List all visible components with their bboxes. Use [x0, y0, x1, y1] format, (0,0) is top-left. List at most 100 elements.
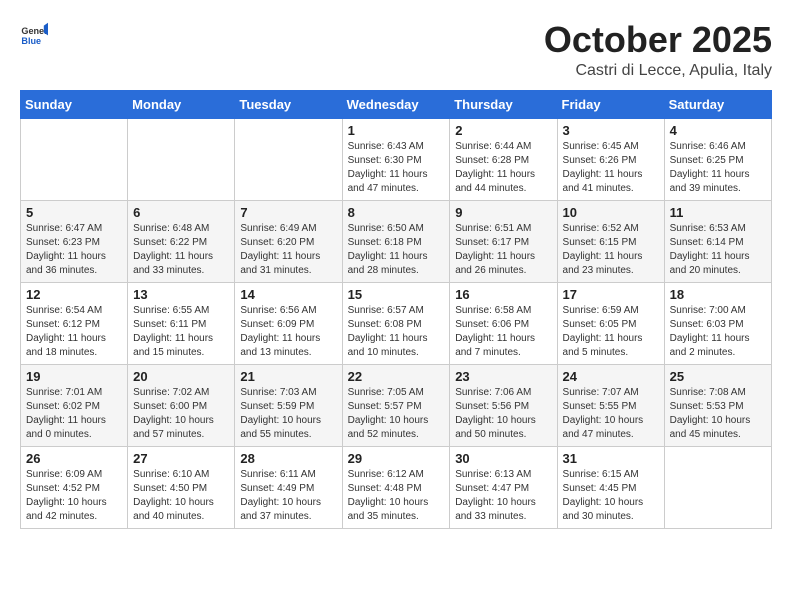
day-info: Sunrise: 6:58 AM Sunset: 6:06 PM Dayligh… [455, 304, 551, 360]
weekday-header-friday: Friday [557, 90, 664, 118]
day-info: Sunrise: 6:48 AM Sunset: 6:22 PM Dayligh… [133, 222, 229, 278]
day-number: 19 [26, 369, 122, 384]
day-cell: 15 Sunrise: 6:57 AM Sunset: 6:08 PM Dayli… [342, 282, 450, 364]
day-info: Sunrise: 6:52 AM Sunset: 6:15 PM Dayligh… [563, 222, 659, 278]
day-info: Sunrise: 6:59 AM Sunset: 6:05 PM Dayligh… [563, 304, 659, 360]
day-number: 27 [133, 451, 229, 466]
day-number: 26 [26, 451, 122, 466]
day-info: Sunrise: 6:12 AM Sunset: 4:48 PM Dayligh… [348, 468, 445, 524]
day-info: Sunrise: 6:50 AM Sunset: 6:18 PM Dayligh… [348, 222, 445, 278]
day-info: Sunrise: 7:00 AM Sunset: 6:03 PM Dayligh… [670, 304, 766, 360]
day-cell: 31Sunrise: 6:15 AM Sunset: 4:45 PM Dayli… [557, 446, 664, 528]
day-cell [128, 118, 235, 200]
day-number: 22 [348, 369, 445, 384]
day-cell: 21 Sunrise: 7:03 AM Sunset: 5:59 PM Dayli… [235, 364, 342, 446]
day-info: Sunrise: 6:11 AM Sunset: 4:49 PM Dayligh… [240, 468, 336, 524]
day-number: 3 [563, 123, 659, 138]
weekday-header-sunday: Sunday [21, 90, 128, 118]
day-cell: 24Sunrise: 7:07 AM Sunset: 5:55 PM Dayli… [557, 364, 664, 446]
weekday-header-row: SundayMondayTuesdayWednesdayThursdayFrid… [21, 90, 772, 118]
day-number: 8 [348, 205, 445, 220]
weekday-header-saturday: Saturday [664, 90, 771, 118]
day-cell: 1 Sunrise: 6:43 AM Sunset: 6:30 PM Daylig… [342, 118, 450, 200]
day-info: Sunrise: 6:13 AM Sunset: 4:47 PM Dayligh… [455, 468, 551, 524]
day-info: Sunrise: 6:10 AM Sunset: 4:50 PM Dayligh… [133, 468, 229, 524]
day-number: 2 [455, 123, 551, 138]
day-number: 20 [133, 369, 229, 384]
day-info: Sunrise: 7:02 AM Sunset: 6:00 PM Dayligh… [133, 386, 229, 442]
day-number: 10 [563, 205, 659, 220]
day-number: 29 [348, 451, 445, 466]
title-area: October 2025 Castri di Lecce, Apulia, It… [544, 20, 772, 80]
day-info: Sunrise: 6:45 AM Sunset: 6:26 PM Dayligh… [563, 140, 659, 196]
day-cell: 23Sunrise: 7:06 AM Sunset: 5:56 PM Dayli… [450, 364, 557, 446]
day-cell: 16Sunrise: 6:58 AM Sunset: 6:06 PM Dayli… [450, 282, 557, 364]
day-number: 14 [240, 287, 336, 302]
day-number: 6 [133, 205, 229, 220]
day-number: 15 [348, 287, 445, 302]
day-cell [664, 446, 771, 528]
day-number: 21 [240, 369, 336, 384]
day-cell: 3 Sunrise: 6:45 AM Sunset: 6:26 PM Daylig… [557, 118, 664, 200]
weekday-header-tuesday: Tuesday [235, 90, 342, 118]
day-number: 31 [563, 451, 659, 466]
day-cell: 2Sunrise: 6:44 AM Sunset: 6:28 PM Daylig… [450, 118, 557, 200]
day-number: 13 [133, 287, 229, 302]
day-cell [235, 118, 342, 200]
day-info: Sunrise: 6:09 AM Sunset: 4:52 PM Dayligh… [26, 468, 122, 524]
day-info: Sunrise: 6:47 AM Sunset: 6:23 PM Dayligh… [26, 222, 122, 278]
day-number: 9 [455, 205, 551, 220]
day-cell: 10 Sunrise: 6:52 AM Sunset: 6:15 PM Dayli… [557, 200, 664, 282]
day-info: Sunrise: 6:57 AM Sunset: 6:08 PM Dayligh… [348, 304, 445, 360]
location-title: Castri di Lecce, Apulia, Italy [544, 62, 772, 80]
weekday-header-thursday: Thursday [450, 90, 557, 118]
weekday-header-wednesday: Wednesday [342, 90, 450, 118]
day-cell: 19 Sunrise: 7:01 AM Sunset: 6:02 PM Dayli… [21, 364, 128, 446]
day-cell: 26 Sunrise: 6:09 AM Sunset: 4:52 PM Dayli… [21, 446, 128, 528]
day-number: 25 [670, 369, 766, 384]
week-row-3: 12Sunrise: 6:54 AM Sunset: 6:12 PM Dayli… [21, 282, 772, 364]
day-number: 11 [670, 205, 766, 220]
day-number: 24 [563, 369, 659, 384]
day-info: Sunrise: 6:55 AM Sunset: 6:11 PM Dayligh… [133, 304, 229, 360]
day-number: 18 [670, 287, 766, 302]
day-number: 7 [240, 205, 336, 220]
day-cell: 30 Sunrise: 6:13 AM Sunset: 4:47 PM Dayli… [450, 446, 557, 528]
day-cell: 18 Sunrise: 7:00 AM Sunset: 6:03 PM Dayli… [664, 282, 771, 364]
day-info: Sunrise: 6:43 AM Sunset: 6:30 PM Dayligh… [348, 140, 445, 196]
day-number: 30 [455, 451, 551, 466]
weekday-header-monday: Monday [128, 90, 235, 118]
day-cell: 13 Sunrise: 6:55 AM Sunset: 6:11 PM Dayli… [128, 282, 235, 364]
day-number: 23 [455, 369, 551, 384]
day-cell: 27 Sunrise: 6:10 AM Sunset: 4:50 PM Dayli… [128, 446, 235, 528]
day-info: Sunrise: 7:01 AM Sunset: 6:02 PM Dayligh… [26, 386, 122, 442]
day-number: 5 [26, 205, 122, 220]
day-number: 1 [348, 123, 445, 138]
day-cell: 9 Sunrise: 6:51 AM Sunset: 6:17 PM Daylig… [450, 200, 557, 282]
day-number: 28 [240, 451, 336, 466]
day-info: Sunrise: 6:53 AM Sunset: 6:14 PM Dayligh… [670, 222, 766, 278]
day-cell: 17 Sunrise: 6:59 AM Sunset: 6:05 PM Dayli… [557, 282, 664, 364]
day-cell: 11 Sunrise: 6:53 AM Sunset: 6:14 PM Dayli… [664, 200, 771, 282]
day-cell: 5 Sunrise: 6:47 AM Sunset: 6:23 PM Daylig… [21, 200, 128, 282]
day-cell: 8 Sunrise: 6:50 AM Sunset: 6:18 PM Daylig… [342, 200, 450, 282]
day-cell: 7Sunrise: 6:49 AM Sunset: 6:20 PM Daylig… [235, 200, 342, 282]
day-info: Sunrise: 6:46 AM Sunset: 6:25 PM Dayligh… [670, 140, 766, 196]
day-number: 4 [670, 123, 766, 138]
svg-text:Blue: Blue [21, 36, 41, 46]
day-cell: 4 Sunrise: 6:46 AM Sunset: 6:25 PM Daylig… [664, 118, 771, 200]
day-info: Sunrise: 7:08 AM Sunset: 5:53 PM Dayligh… [670, 386, 766, 442]
week-row-5: 26 Sunrise: 6:09 AM Sunset: 4:52 PM Dayli… [21, 446, 772, 528]
day-cell: 20 Sunrise: 7:02 AM Sunset: 6:00 PM Dayli… [128, 364, 235, 446]
day-cell: 6 Sunrise: 6:48 AM Sunset: 6:22 PM Daylig… [128, 200, 235, 282]
day-cell: 14Sunrise: 6:56 AM Sunset: 6:09 PM Dayli… [235, 282, 342, 364]
month-title: October 2025 [544, 20, 772, 60]
logo-icon: General Blue [20, 20, 48, 48]
day-cell: 22Sunrise: 7:05 AM Sunset: 5:57 PM Dayli… [342, 364, 450, 446]
week-row-1: 1 Sunrise: 6:43 AM Sunset: 6:30 PM Daylig… [21, 118, 772, 200]
calendar-table: SundayMondayTuesdayWednesdayThursdayFrid… [20, 90, 772, 529]
day-number: 17 [563, 287, 659, 302]
day-info: Sunrise: 6:54 AM Sunset: 6:12 PM Dayligh… [26, 304, 122, 360]
day-info: Sunrise: 6:51 AM Sunset: 6:17 PM Dayligh… [455, 222, 551, 278]
day-info: Sunrise: 7:03 AM Sunset: 5:59 PM Dayligh… [240, 386, 336, 442]
